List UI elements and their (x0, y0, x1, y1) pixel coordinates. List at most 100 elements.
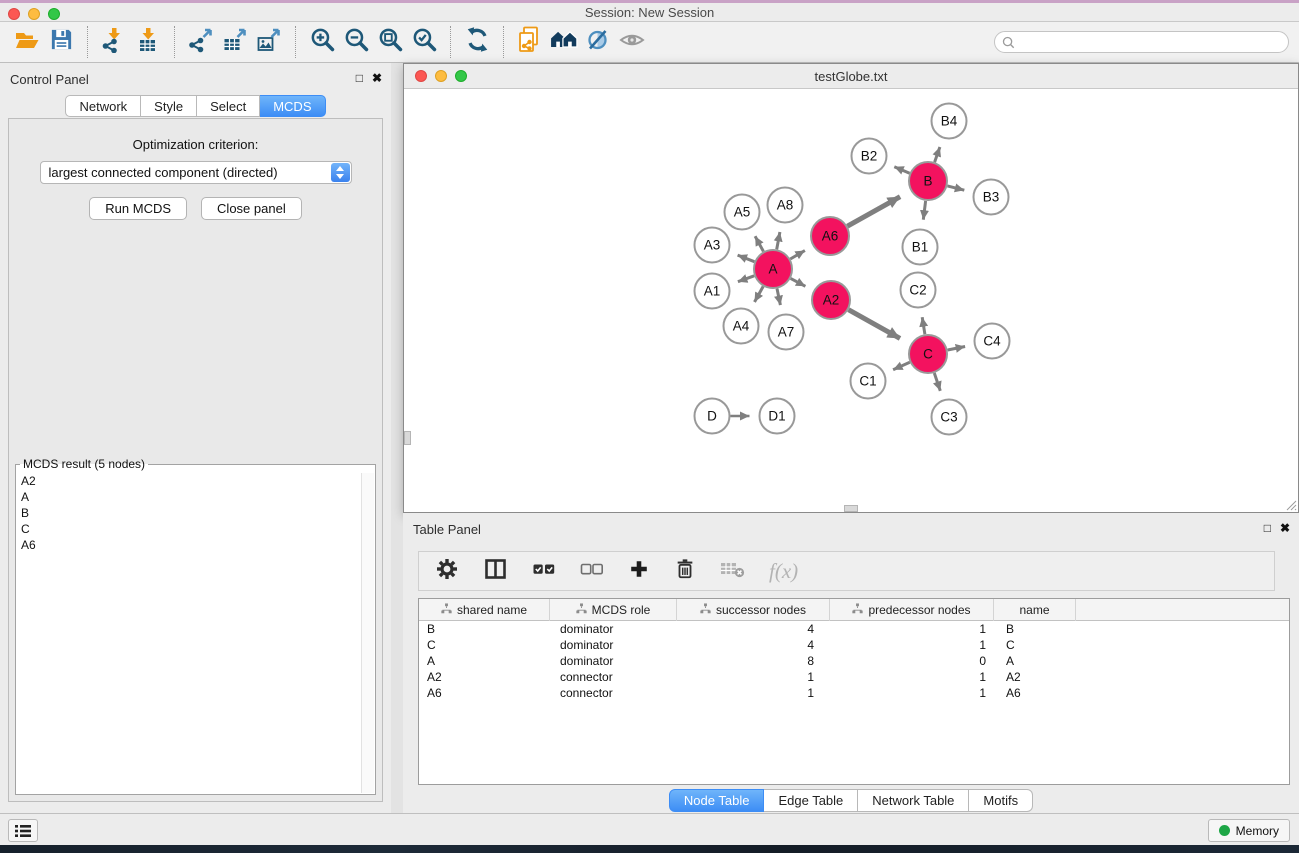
graph-node-B4[interactable]: B4 (932, 104, 967, 139)
import-table-button[interactable] (131, 26, 165, 58)
edge-B-B1[interactable] (923, 201, 925, 220)
graph-node-A2[interactable]: A2 (812, 281, 850, 319)
tab-select[interactable]: Select (197, 95, 260, 117)
import-network-button[interactable] (97, 26, 131, 58)
table-row[interactable]: Bdominator41B (419, 621, 1289, 637)
tab-style[interactable]: Style (141, 95, 197, 117)
table-cell[interactable]: 1 (830, 685, 994, 701)
graph-node-D1[interactable]: D1 (760, 399, 795, 434)
table-cell[interactable]: 1 (830, 621, 994, 637)
table-cell[interactable]: connector (550, 685, 677, 701)
graph-node-C4[interactable]: C4 (975, 324, 1010, 359)
edge-B-B3[interactable] (947, 186, 964, 190)
zoom-in-button[interactable] (305, 26, 339, 58)
table-row[interactable]: A2connector11A2 (419, 669, 1289, 685)
edge-A-A6[interactable] (790, 251, 805, 260)
graph-node-C2[interactable]: C2 (901, 273, 936, 308)
table-cell[interactable]: A6 (994, 685, 1076, 701)
minimize-window-button[interactable] (28, 8, 40, 20)
network-from-selection-button[interactable] (513, 26, 547, 58)
graph-node-D[interactable]: D (695, 399, 730, 434)
table-cell[interactable]: B (994, 621, 1076, 637)
zoom-fit-button[interactable] (373, 26, 407, 58)
edge-C-C4[interactable] (948, 347, 966, 351)
close-window-button[interactable] (8, 8, 20, 20)
export-image-button[interactable] (252, 26, 286, 58)
table-close-panel-icon[interactable]: ✖ (1280, 521, 1290, 535)
column-header-predecessor-nodes[interactable]: predecessor nodes (830, 599, 994, 621)
table-cell[interactable]: A (994, 653, 1076, 669)
graph-node-A8[interactable]: A8 (768, 188, 803, 223)
graph-node-B3[interactable]: B3 (974, 180, 1009, 215)
hide-selected-button[interactable] (581, 26, 615, 58)
edge-A-A2[interactable] (791, 278, 806, 286)
table-cell[interactable]: 4 (677, 637, 830, 653)
tab-edge-table[interactable]: Edge Table (764, 789, 858, 812)
graph-node-A1[interactable]: A1 (695, 274, 730, 309)
result-list-item[interactable]: A (17, 489, 361, 505)
table-cell[interactable]: A2 (419, 669, 550, 685)
graph-node-A4[interactable]: A4 (724, 309, 759, 344)
table-row[interactable]: Cdominator41C (419, 637, 1289, 653)
edge-A-A1[interactable] (738, 276, 754, 282)
deselect-all-button[interactable] (580, 558, 604, 585)
left-splitter-handle[interactable] (404, 431, 411, 445)
first-neighbors-button[interactable] (547, 26, 581, 58)
resize-grip-icon[interactable] (1284, 498, 1297, 511)
table-cell[interactable]: C (419, 637, 550, 653)
edge-C-C1[interactable] (893, 362, 910, 370)
bottom-splitter-handle[interactable] (844, 505, 858, 512)
graph-node-A5[interactable]: A5 (725, 195, 760, 230)
edge-C-C2[interactable] (922, 317, 925, 334)
edge-A-A5[interactable] (755, 236, 763, 251)
mcds-result-list[interactable]: A2ABCA6 (17, 473, 361, 793)
result-list-item[interactable]: A6 (17, 537, 361, 553)
add-column-button[interactable] (628, 558, 650, 585)
search-input[interactable] (1015, 33, 1288, 51)
edge-C-C3[interactable] (934, 373, 940, 391)
graph-node-C1[interactable]: C1 (851, 364, 886, 399)
network-close-button[interactable] (415, 70, 427, 82)
graph-node-B1[interactable]: B1 (903, 230, 938, 265)
table-cell[interactable]: connector (550, 669, 677, 685)
zoom-selected-button[interactable] (407, 26, 441, 58)
result-list-item[interactable]: B (17, 505, 361, 521)
table-cell[interactable]: A (419, 653, 550, 669)
table-cell[interactable]: A2 (994, 669, 1076, 685)
close-panel-icon[interactable]: ✖ (372, 71, 382, 85)
edge-B-B4[interactable] (935, 147, 940, 162)
graph-node-A[interactable]: A (754, 250, 792, 288)
result-list-item[interactable]: C (17, 521, 361, 537)
edge-A-A3[interactable] (738, 255, 755, 262)
graph-node-B[interactable]: B (909, 162, 947, 200)
column-header-successor-nodes[interactable]: successor nodes (677, 599, 830, 621)
table-cell[interactable]: 0 (830, 653, 994, 669)
table-cell[interactable]: A6 (419, 685, 550, 701)
result-list-item[interactable]: A2 (17, 473, 361, 489)
tab-mcds[interactable]: MCDS (260, 95, 325, 117)
tab-motifs[interactable]: Motifs (969, 789, 1033, 812)
table-cell[interactable]: dominator (550, 653, 677, 669)
table-row[interactable]: A6connector11A6 (419, 685, 1289, 701)
float-panel-icon[interactable]: □ (356, 71, 363, 85)
table-cell[interactable]: 1 (677, 685, 830, 701)
result-list-scrollbar[interactable] (361, 473, 374, 793)
edge-B-B2[interactable] (894, 167, 909, 174)
edge-A-A4[interactable] (755, 286, 764, 302)
table-cell[interactable]: 1 (677, 669, 830, 685)
table-cell[interactable]: B (419, 621, 550, 637)
network-canvas[interactable]: B4 B2 B B3 A5 A8 A6 A3 B1 A A1 C2 A2 (404, 89, 1298, 512)
edge-A-A7[interactable] (777, 289, 780, 306)
close-panel-button[interactable]: Close panel (201, 197, 302, 220)
show-all-button[interactable] (615, 26, 649, 58)
save-session-button[interactable] (44, 26, 78, 58)
table-row[interactable]: Adominator80A (419, 653, 1289, 669)
edge-A-A8[interactable] (777, 232, 780, 249)
export-network-button[interactable] (184, 26, 218, 58)
tab-node-table[interactable]: Node Table (669, 789, 765, 812)
edge-A6-B[interactable] (847, 197, 900, 227)
table-cell[interactable]: 8 (677, 653, 830, 669)
memory-button[interactable]: Memory (1208, 819, 1290, 842)
graph-node-A7[interactable]: A7 (769, 315, 804, 350)
refresh-button[interactable] (460, 26, 494, 58)
